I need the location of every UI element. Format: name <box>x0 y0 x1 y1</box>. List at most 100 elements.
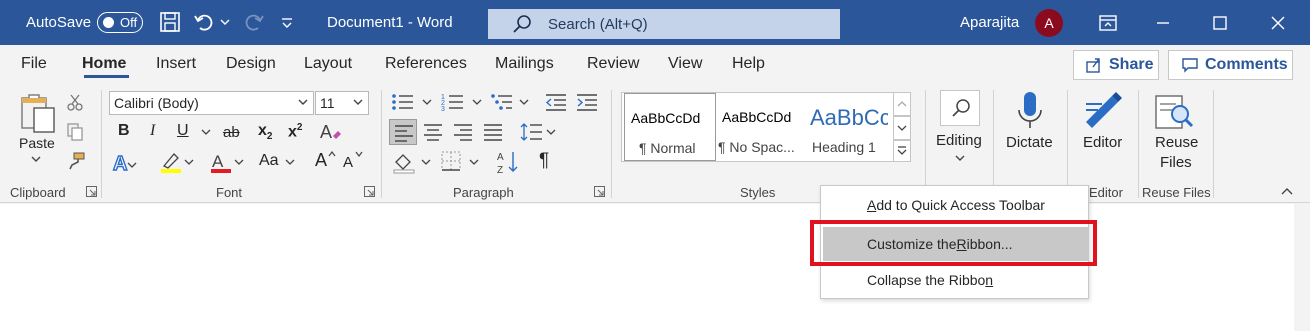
editor-label[interactable]: Editor <box>1083 134 1122 151</box>
shrink-font-button[interactable]: A <box>343 154 353 171</box>
svg-text:A: A <box>497 152 504 163</box>
user-name[interactable]: Aparajita <box>960 0 1019 45</box>
search-box[interactable]: Search (Alt+Q) <box>488 9 840 39</box>
clear-formatting-icon[interactable]: A <box>319 120 343 144</box>
maximize-icon[interactable] <box>1208 11 1232 35</box>
font-color-icon[interactable]: A <box>209 150 245 174</box>
italic-button[interactable]: I <box>150 122 155 140</box>
paste-label[interactable]: Paste <box>19 135 55 151</box>
tab-file[interactable]: File <box>21 55 47 73</box>
editing-button[interactable] <box>940 90 980 126</box>
tab-insert[interactable]: Insert <box>156 55 196 73</box>
collapse-ribbon-icon[interactable] <box>1280 186 1294 196</box>
comments-button[interactable]: Comments <box>1168 50 1293 80</box>
increase-indent-icon[interactable] <box>575 92 599 112</box>
editing-label[interactable]: Editing <box>936 132 982 149</box>
borders-icon[interactable] <box>440 150 480 174</box>
undo-dropdown-icon[interactable] <box>219 11 231 33</box>
menu-item-add-to-qat[interactable]: Add to Quick Access Toolbar <box>821 188 1088 222</box>
share-button[interactable]: Share <box>1073 50 1159 80</box>
format-painter-icon[interactable] <box>66 151 86 171</box>
microphone-icon[interactable] <box>1015 90 1045 132</box>
sort-icon[interactable]: AZ <box>496 149 520 175</box>
text-effects-icon[interactable]: A <box>112 150 138 174</box>
styles-gallery: AaBbCcDd ¶ Normal AaBbCcDd ¶ No Spac... … <box>621 92 911 162</box>
search-placeholder: Search (Alt+Q) <box>548 15 648 33</box>
align-left-button[interactable] <box>389 119 417 145</box>
numbering-icon[interactable]: 123 <box>441 92 483 112</box>
customize-qat-icon[interactable] <box>279 11 295 33</box>
styles-scroll-up-button[interactable] <box>893 92 911 116</box>
strikethrough-button[interactable]: ab <box>223 124 240 141</box>
save-icon[interactable] <box>159 11 181 33</box>
tab-help[interactable]: Help <box>732 55 765 73</box>
menu-item-collapse-ribbon[interactable]: Collapse the Ribbo n <box>821 263 1088 297</box>
styles-more-button[interactable] <box>893 140 911 162</box>
show-formatting-marks-button[interactable]: ¶ <box>539 150 549 172</box>
change-case-button[interactable]: Aa <box>259 152 279 170</box>
ribbon-display-options-icon[interactable] <box>1096 11 1120 35</box>
style-normal[interactable]: AaBbCcDd ¶ Normal <box>624 93 716 161</box>
multilevel-list-icon[interactable] <box>490 92 532 112</box>
vertical-scrollbar[interactable] <box>1294 204 1310 331</box>
group-separator <box>1138 90 1139 198</box>
align-right-icon[interactable] <box>453 123 473 141</box>
search-icon <box>513 15 531 33</box>
font-name-combo[interactable]: Calibri (Body) <box>109 91 314 115</box>
font-size-combo[interactable]: 11 <box>315 91 369 115</box>
undo-icon[interactable] <box>193 11 215 33</box>
copy-icon[interactable] <box>66 122 84 142</box>
subscript-button[interactable]: x2 <box>258 122 272 142</box>
document-canvas[interactable] <box>0 204 1310 331</box>
justify-icon[interactable] <box>483 123 503 141</box>
tab-design[interactable]: Design <box>226 55 276 73</box>
tab-references[interactable]: References <box>385 55 467 73</box>
tab-layout[interactable]: Layout <box>304 55 352 73</box>
paste-icon[interactable] <box>18 92 58 134</box>
chevron-down-icon[interactable] <box>352 96 364 108</box>
style-heading-1[interactable]: AaBbCc Heading 1 <box>808 93 888 161</box>
group-separator <box>993 90 994 198</box>
cut-icon[interactable] <box>66 93 84 111</box>
editor-icon[interactable] <box>1082 90 1124 130</box>
menu-accelerator: n <box>985 272 994 288</box>
dictate-label[interactable]: Dictate <box>1006 134 1053 151</box>
bullets-icon[interactable] <box>391 92 433 112</box>
style-no-spacing[interactable]: AaBbCcDd ¶ No Spac... <box>716 93 808 161</box>
decrease-indent-icon[interactable] <box>544 92 568 112</box>
close-icon[interactable] <box>1266 11 1290 35</box>
autosave-toggle[interactable]: Off <box>97 12 143 33</box>
grow-font-button[interactable]: A <box>315 150 327 171</box>
align-center-icon[interactable] <box>423 123 443 141</box>
tab-review[interactable]: Review <box>587 55 639 73</box>
avatar[interactable]: A <box>1035 9 1063 37</box>
reuse-label-line1[interactable]: Reuse <box>1155 134 1198 151</box>
underline-button[interactable]: U <box>177 122 189 140</box>
highlight-color-icon[interactable] <box>159 150 195 174</box>
reuse-files-icon[interactable] <box>1154 92 1196 132</box>
redo-icon[interactable] <box>243 11 265 33</box>
paragraph-launcher-icon[interactable] <box>594 186 605 197</box>
paste-dropdown-icon[interactable] <box>30 155 42 165</box>
tab-home[interactable]: Home <box>82 55 126 73</box>
styles-scroll-down-button[interactable] <box>893 116 911 140</box>
change-case-dropdown-icon[interactable] <box>285 157 295 167</box>
underline-dropdown-icon[interactable] <box>201 127 211 137</box>
editor-group-label: Editor <box>1089 185 1123 200</box>
font-launcher-icon[interactable] <box>364 186 375 197</box>
svg-text:A: A <box>113 153 127 174</box>
editing-dropdown-icon[interactable] <box>954 154 966 164</box>
line-spacing-icon[interactable] <box>520 121 556 143</box>
reuse-label-line2[interactable]: Files <box>1160 154 1192 171</box>
shading-icon[interactable] <box>392 150 432 174</box>
clipboard-launcher-icon[interactable] <box>86 186 97 197</box>
superscript-button[interactable]: x2 <box>288 122 302 141</box>
minimize-icon[interactable] <box>1151 11 1175 35</box>
style-sample: AaBbCcDd <box>722 109 792 125</box>
subscript-base: x <box>258 122 267 139</box>
bold-button[interactable]: B <box>118 122 130 140</box>
tab-mailings[interactable]: Mailings <box>495 55 554 73</box>
superscript-mark: 2 <box>296 122 303 133</box>
chevron-down-icon[interactable] <box>297 96 309 108</box>
tab-view[interactable]: View <box>668 55 702 73</box>
